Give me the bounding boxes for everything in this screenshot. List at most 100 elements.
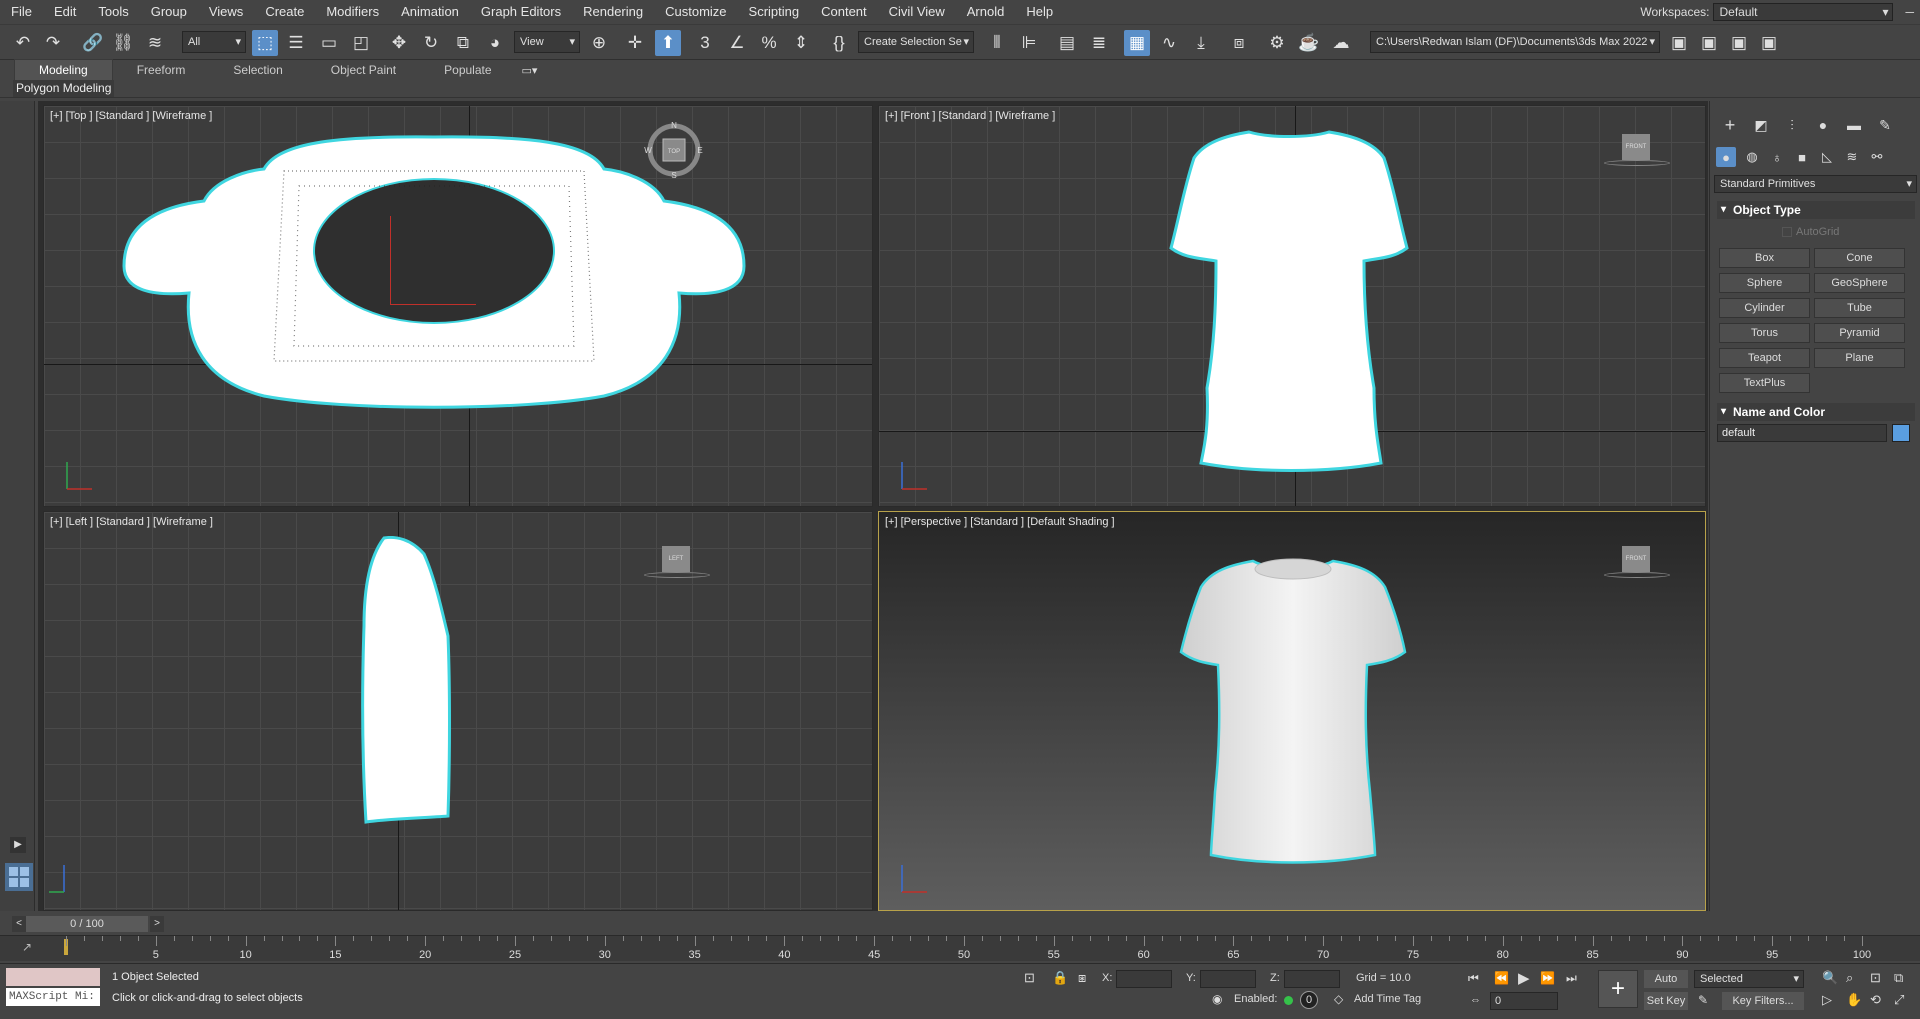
snaps-toggle-icon[interactable]: 3 — [692, 30, 718, 56]
project-folder-icon[interactable]: ▣ — [1666, 30, 1692, 56]
menu-group[interactable]: Group — [140, 0, 198, 24]
menu-modifiers[interactable]: Modifiers — [315, 0, 390, 24]
key-mode-dropdown[interactable]: Selected — [1694, 970, 1804, 988]
tshirt-perspective-shaded[interactable] — [1175, 557, 1411, 867]
category-dropdown[interactable]: Standard Primitives — [1714, 175, 1917, 193]
autogrid-checkbox[interactable]: AutoGrid — [1782, 226, 1839, 238]
cameras-icon[interactable]: ■ — [1792, 147, 1812, 167]
set-key-big-icon[interactable]: + — [1598, 970, 1638, 1008]
top-viewport-label[interactable]: [+] [Top ] [Standard ] [Wireframe ] — [50, 110, 212, 122]
auto-key-button[interactable]: Auto Key — [1644, 970, 1688, 1003]
tab-selection[interactable]: Selection — [209, 60, 306, 80]
project-path-dropdown[interactable]: C:\Users\Redwan Islam (DF)\Documents\3ds… — [1370, 31, 1660, 53]
menu-graph-editors[interactable]: Graph Editors — [470, 0, 572, 24]
menu-civil-view[interactable]: Civil View — [878, 0, 956, 24]
left-viewport-label[interactable]: [+] [Left ] [Standard ] [Wireframe ] — [50, 516, 213, 528]
create-tab-icon[interactable]: + — [1720, 115, 1740, 135]
helpers-icon[interactable]: ◺ — [1817, 147, 1837, 167]
tshirt-left-wireframe[interactable] — [356, 536, 486, 826]
select-manipulate-icon[interactable]: ✛ — [622, 30, 648, 56]
field-of-view-icon[interactable]: ▷ — [1822, 992, 1832, 1008]
x-coordinate-field[interactable] — [1116, 970, 1172, 988]
next-key-icon[interactable]: ⏩ — [1540, 971, 1555, 985]
align-icon[interactable]: ⊫ — [1016, 30, 1042, 56]
systems-icon[interactable]: ⚯ — [1867, 147, 1887, 167]
move-icon[interactable]: ✥ — [386, 30, 412, 56]
left-viewport[interactable]: [+] [Left ] [Standard ] [Wireframe ] LEF… — [43, 511, 873, 911]
perspective-viewport-label[interactable]: [+] [Perspective ] [Standard ] [Default … — [885, 516, 1115, 528]
pan-icon[interactable]: ✋ — [1846, 992, 1862, 1008]
orbit-icon[interactable]: ⟲ — [1870, 992, 1881, 1008]
named-selection-sets-dropdown[interactable]: Create Selection Se — [858, 31, 974, 53]
menu-edit[interactable]: Edit — [43, 0, 87, 24]
link-icon[interactable]: 🔗 — [80, 30, 106, 56]
track-bar[interactable]: ↗ 5 10 15 20 25 30 35 40 45 50 55 60 65 70 75 80 85 90 95 1… — [0, 935, 1920, 961]
dope-sheet-icon[interactable]: ⤓ — [1188, 30, 1214, 56]
default-in-out-tangents-icon[interactable]: ✎ — [1698, 993, 1708, 1007]
plane-button[interactable]: Plane — [1814, 348, 1905, 368]
play-icon[interactable]: ▶ — [1518, 969, 1530, 987]
menu-views[interactable]: Views — [198, 0, 254, 24]
viewport-layout-icon[interactable] — [5, 863, 33, 891]
shapes-icon[interactable]: ◍ — [1742, 147, 1762, 167]
go-to-end-icon[interactable]: ⏭ — [1566, 971, 1577, 986]
set-key-button[interactable]: Set Key — [1644, 992, 1688, 1010]
select-object-icon[interactable]: ⬚ — [252, 30, 278, 56]
torus-button[interactable]: Torus — [1719, 323, 1810, 343]
lights-icon[interactable]: ♁ — [1767, 147, 1787, 167]
tab-object-paint[interactable]: Object Paint — [307, 60, 420, 80]
expand-arrow-icon[interactable]: ▶ — [10, 837, 26, 853]
geometry-icon[interactable]: ● — [1716, 147, 1736, 167]
utilities-tab-icon[interactable]: ✎ — [1875, 115, 1895, 135]
place-icon[interactable]: ◕ — [482, 30, 508, 56]
ribbon-options-icon[interactable]: ▭▾ — [522, 64, 538, 77]
percent-snap-icon[interactable]: % — [756, 30, 782, 56]
bind-space-warp-icon[interactable]: ≋ — [142, 30, 168, 56]
zoom-extents-all-icon[interactable]: ⧉ — [1894, 970, 1903, 986]
modify-tab-icon[interactable]: ◩ — [1751, 115, 1771, 135]
spinner-snap-icon[interactable]: ⇕ — [788, 30, 814, 56]
unlink-icon[interactable]: ⛓ — [110, 30, 136, 56]
select-by-name-icon[interactable]: ☰ — [283, 30, 309, 56]
box-button[interactable]: Box — [1719, 248, 1810, 268]
maxscript-listener-output[interactable] — [6, 968, 100, 986]
menu-customize[interactable]: Customize — [654, 0, 737, 24]
material-editor-icon[interactable]: ⚙ — [1264, 30, 1290, 56]
menu-rendering[interactable]: Rendering — [572, 0, 654, 24]
schematic-view-icon[interactable]: ⧈ — [1226, 30, 1252, 56]
tab-freeform[interactable]: Freeform — [113, 60, 210, 80]
object-name-input[interactable]: default — [1717, 424, 1887, 442]
toggle-ribbon-icon[interactable]: ▦ — [1124, 30, 1150, 56]
curve-editor-icon[interactable]: ∿ — [1156, 30, 1182, 56]
cone-button[interactable]: Cone — [1814, 248, 1905, 268]
menu-animation[interactable]: Animation — [390, 0, 470, 24]
angle-snap-icon[interactable]: ∠ — [724, 30, 750, 56]
tube-button[interactable]: Tube — [1814, 298, 1905, 318]
render-icon[interactable]: ☁ — [1328, 30, 1354, 56]
time-slider-thumb[interactable]: 0 / 100 — [26, 916, 148, 932]
cylinder-button[interactable]: Cylinder — [1719, 298, 1810, 318]
isolate-selection-icon[interactable]: ⊡ — [1024, 970, 1035, 986]
key-mode-toggle-icon[interactable]: ⇔ — [1470, 994, 1481, 1006]
go-to-start-icon[interactable]: ⏮ — [1468, 971, 1479, 986]
y-coordinate-field[interactable] — [1200, 970, 1256, 988]
window-crossing-icon[interactable]: ◰ — [348, 30, 374, 56]
scene-explorer-icon[interactable]: ▤ — [1054, 30, 1080, 56]
front-viewport-label[interactable]: [+] [Front ] [Standard ] [Wireframe ] — [885, 110, 1055, 122]
edit-named-selection-icon[interactable]: {} — [826, 30, 852, 56]
tshirt-front-wireframe[interactable] — [1159, 128, 1419, 473]
sphere-button[interactable]: Sphere — [1719, 273, 1810, 293]
teapot-button[interactable]: Teapot — [1719, 348, 1810, 368]
render-setup-icon[interactable]: ☕ — [1296, 30, 1322, 56]
pyramid-button[interactable]: Pyramid — [1814, 323, 1905, 343]
display-tab-icon[interactable]: ▬ — [1844, 115, 1864, 135]
textplus-button[interactable]: TextPlus — [1719, 373, 1810, 393]
maximize-viewport-icon[interactable]: ⤢ — [1894, 992, 1904, 1008]
project-open-icon[interactable]: ▣ — [1696, 30, 1722, 56]
motion-tab-icon[interactable]: ● — [1813, 115, 1833, 135]
viewcube-top[interactable]: TOP N E S W — [644, 120, 704, 180]
rotate-icon[interactable]: ↻ — [418, 30, 444, 56]
z-coordinate-field[interactable] — [1284, 970, 1340, 988]
zoom-icon[interactable]: 🔍 — [1822, 970, 1838, 986]
viewcube-front[interactable]: FRONT — [1604, 134, 1670, 166]
